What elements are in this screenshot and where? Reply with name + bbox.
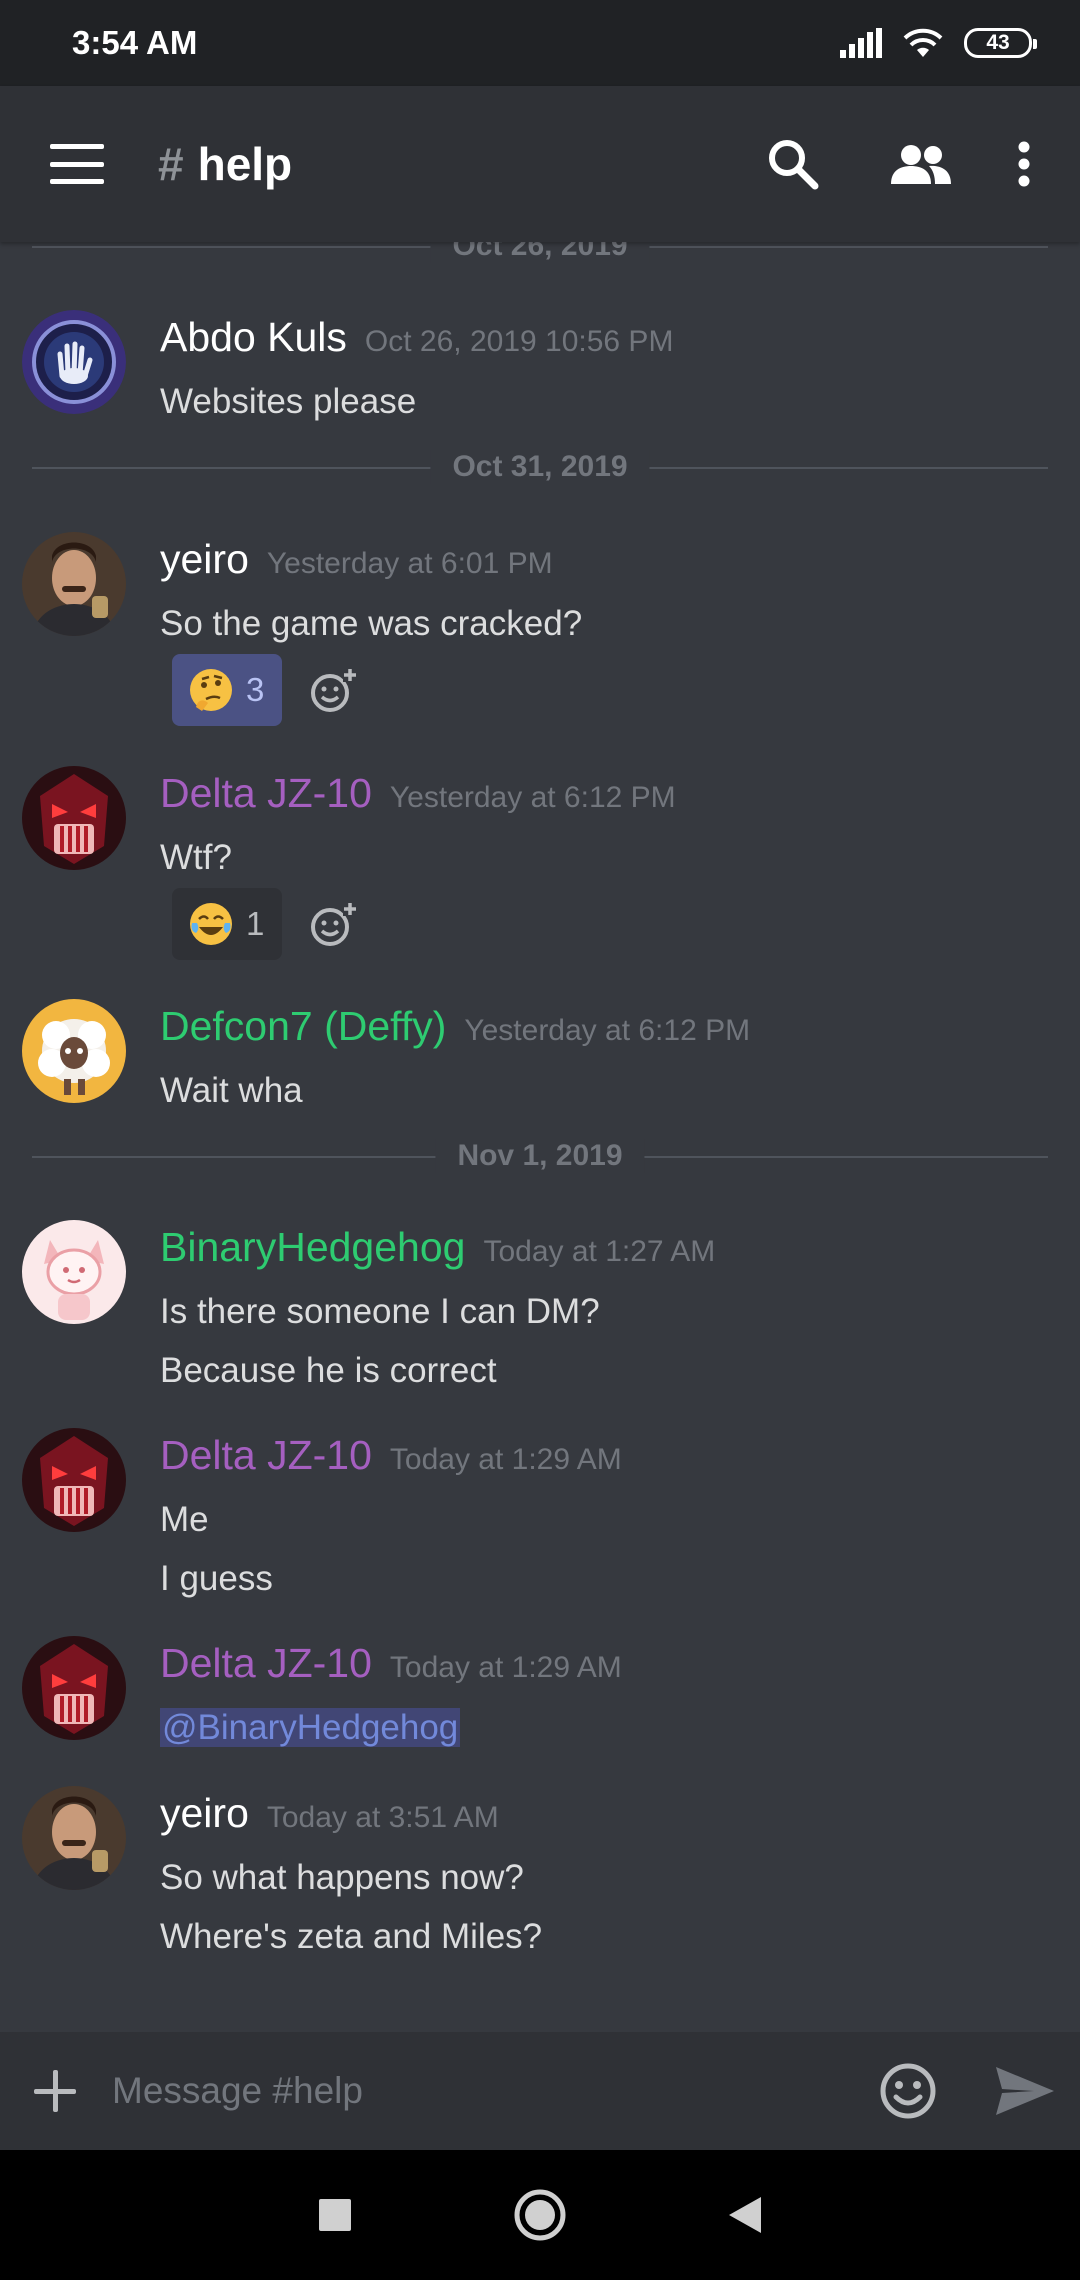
search-button[interactable] (748, 119, 838, 209)
battery-level: 43 (986, 31, 1010, 54)
status-bar: 3:54 AM 43 (0, 0, 1080, 86)
message-author[interactable]: Abdo Kuls (160, 314, 347, 361)
channel-hash-icon: # (158, 138, 184, 190)
message-author[interactable]: Delta JZ-10 (160, 770, 372, 817)
message-text: Wait wha (160, 1071, 303, 1110)
status-time: 3:54 AM (72, 24, 198, 61)
reaction-count: 3 (246, 671, 265, 708)
signal-icon (840, 28, 882, 58)
date-divider: Oct 26, 2019 (32, 242, 1048, 263)
date-divider: Oct 31, 2019 (32, 450, 1048, 484)
reaction-button[interactable]: 1 (172, 888, 283, 960)
add-reaction-icon[interactable] (307, 900, 357, 950)
message-timestamp: Today at 1:29 AM (389, 1651, 622, 1684)
avatar[interactable] (22, 1220, 126, 1324)
thinking-face-icon (190, 669, 232, 711)
reaction-button[interactable]: 3 (172, 654, 283, 726)
message-timestamp: Yesterday at 6:12 PM (464, 1014, 751, 1047)
home-circle-icon[interactable] (513, 2188, 567, 2242)
message-timestamp: Today at 1:27 AM (483, 1235, 716, 1268)
more-vertical-icon (1018, 141, 1030, 187)
add-reaction-icon[interactable] (307, 666, 357, 716)
date-divider-label: Nov 1, 2019 (435, 1139, 645, 1173)
message-timestamp: Oct 26, 2019 10:56 PM (364, 325, 674, 358)
message-text: Websites please (160, 382, 417, 421)
message-author[interactable]: BinaryHedgehog (160, 1224, 465, 1271)
message-text: Me (160, 1500, 209, 1539)
message-input[interactable] (112, 2056, 878, 2126)
message-author[interactable]: yeiro (160, 536, 249, 583)
date-divider-label: Oct 26, 2019 (430, 242, 650, 263)
channel-header: # help (0, 86, 1080, 242)
tears-of-joy-icon (190, 903, 232, 945)
recents-square-icon[interactable] (317, 2197, 353, 2233)
avatar[interactable] (22, 1636, 126, 1740)
message-text: Because he is correct (160, 1351, 497, 1390)
members-button[interactable] (876, 119, 966, 209)
more-options-button[interactable] (1004, 119, 1044, 209)
members-icon (891, 145, 951, 184)
avatar[interactable] (22, 1428, 126, 1532)
date-divider-label: Oct 31, 2019 (430, 450, 650, 484)
message-list[interactable]: Oct 26, 2019 Abdo Kuls Oct 26, 2019 10:5… (0, 242, 1080, 2032)
avatar[interactable] (22, 532, 126, 636)
message-timestamp: Yesterday at 6:01 PM (266, 547, 553, 580)
message-text: So the game was cracked? (160, 604, 583, 643)
avatar[interactable] (22, 999, 126, 1103)
system-nav-bar (0, 2150, 1080, 2280)
message-timestamp: Today at 1:29 AM (389, 1443, 622, 1476)
message-timestamp: Yesterday at 6:12 PM (389, 781, 676, 814)
message-text: So what happens now? (160, 1858, 524, 1897)
message-timestamp: Today at 3:51 AM (266, 1801, 499, 1834)
send-icon[interactable] (994, 2065, 1056, 2117)
battery-indicator: 43 (964, 28, 1037, 58)
attach-plus-icon[interactable] (34, 2070, 76, 2112)
menu-icon[interactable] (50, 144, 104, 184)
channel-title: help (197, 138, 293, 190)
wifi-icon (903, 28, 943, 57)
emoji-picker-icon[interactable] (878, 2061, 938, 2121)
message-text: Where's zeta and Miles? (160, 1917, 543, 1956)
avatar[interactable] (22, 766, 126, 870)
back-triangle-icon[interactable] (727, 2195, 763, 2235)
date-divider: Nov 1, 2019 (32, 1139, 1048, 1173)
avatar[interactable] (22, 310, 126, 414)
message-author[interactable]: Delta JZ-10 (160, 1432, 372, 1479)
message-author[interactable]: yeiro (160, 1790, 249, 1837)
message-text: Is there someone I can DM? (160, 1292, 600, 1331)
message-composer (0, 2032, 1080, 2150)
message-text-container: @BinaryHedgehog (160, 1708, 461, 1748)
message-text: I guess (160, 1559, 273, 1598)
message-author[interactable]: Delta JZ-10 (160, 1640, 372, 1687)
message-text: Wtf? (160, 838, 232, 877)
reaction-count: 1 (246, 905, 265, 942)
user-mention[interactable]: @BinaryHedgehog (160, 1708, 461, 1747)
message-author[interactable]: Defcon7 (Deffy) (160, 1003, 446, 1050)
status-icons: 43 (840, 27, 1037, 59)
search-icon (769, 140, 819, 190)
avatar[interactable] (22, 1786, 126, 1890)
